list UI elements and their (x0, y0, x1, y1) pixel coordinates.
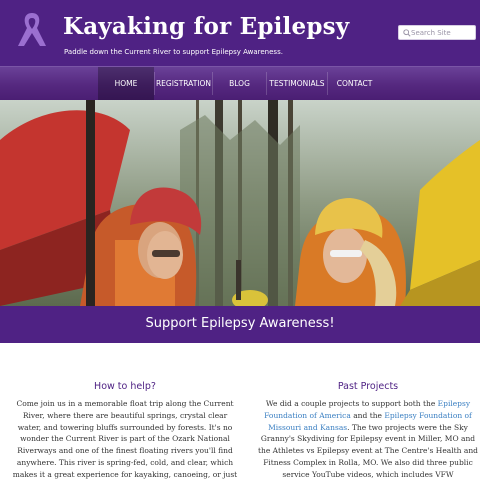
site-tagline: Paddle down the Current River to support… (64, 48, 283, 56)
hero-photo (0, 100, 480, 306)
awareness-ribbon-icon[interactable] (14, 9, 50, 49)
past-projects-text: and the (350, 410, 385, 420)
search-box[interactable] (398, 25, 476, 40)
site-title[interactable]: Kayaking for Epilepsy (63, 13, 349, 40)
main-nav: HOME REGISTRATION BLOG TESTIMONIALS CONT… (0, 66, 480, 100)
how-to-help-heading: How to help? (94, 381, 156, 392)
past-projects-section: Past Projects We did a couple projects t… (255, 381, 480, 480)
site-header: Kayaking for Epilepsy Paddle down the Cu… (0, 0, 480, 66)
past-projects-text: We did a couple projects to support both… (265, 399, 438, 408)
past-projects-body: We did a couple projects to support both… (255, 398, 480, 480)
banner-heading: Support Epilepsy Awareness! (145, 316, 335, 331)
nav-registration[interactable]: REGISTRATION (155, 67, 212, 100)
nav-contact[interactable]: CONTACT (328, 67, 381, 100)
nav-home[interactable]: HOME (98, 67, 154, 100)
hero-image (0, 100, 480, 306)
how-to-help-section: How to help? Come join us in a memorable… (12, 381, 238, 480)
search-input[interactable] (411, 27, 473, 39)
how-to-help-body: Come join us in a memorable float trip a… (12, 399, 238, 479)
awareness-banner: Support Epilepsy Awareness! (0, 306, 480, 343)
nav-blog[interactable]: BLOG (213, 67, 266, 100)
nav-testimonials[interactable]: TESTIMONIALS (267, 67, 327, 100)
search-icon[interactable] (403, 29, 411, 37)
past-projects-heading: Past Projects (337, 381, 399, 392)
